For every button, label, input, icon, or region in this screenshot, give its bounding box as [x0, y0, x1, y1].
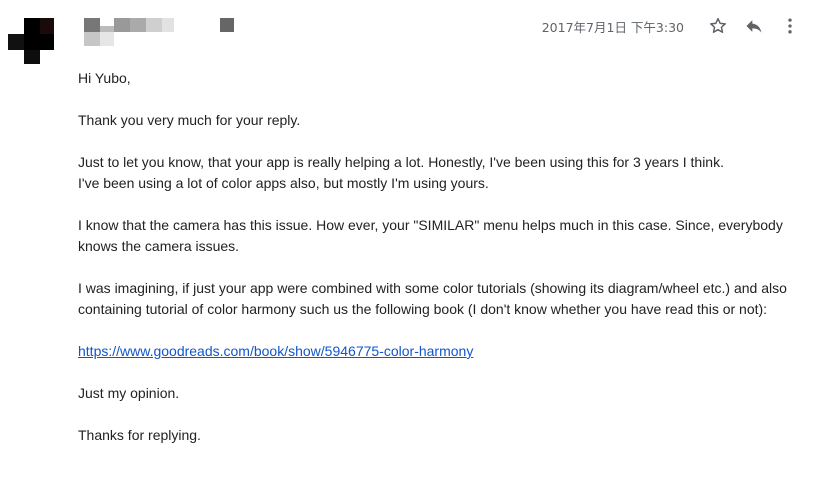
app-helping-paragraph: Just to let you know, that your app is r…	[78, 152, 806, 194]
message-body: Hi Yubo, Thank you very much for your re…	[78, 68, 806, 446]
app-helping-line-2: I've been using a lot of color apps also…	[78, 175, 489, 191]
thanks-paragraph: Thank you very much for your reply.	[78, 112, 301, 128]
star-icon	[710, 17, 726, 33]
star-button[interactable]	[704, 12, 732, 40]
greeting: Hi Yubo,	[78, 70, 131, 86]
message-timestamp: 2017年7月1日 下午3:30	[541, 19, 684, 35]
more-vert-icon	[788, 18, 792, 34]
closing-paragraph: Thanks for replying.	[78, 427, 201, 443]
opinion-paragraph: Just my opinion.	[78, 385, 180, 401]
book-link[interactable]: https://www.goodreads.com/book/show/5946…	[78, 343, 473, 359]
camera-issue-paragraph: I know that the camera has this issue. H…	[78, 217, 783, 254]
tutorial-suggestion-paragraph: I was imagining, if just your app were c…	[78, 280, 787, 317]
message-actions: 2017年7月1日 下午3:30	[542, 12, 804, 40]
reply-icon	[746, 20, 762, 33]
app-helping-line-1: Just to let you know, that your app is r…	[78, 154, 724, 170]
more-options-button[interactable]	[776, 12, 804, 40]
sender-avatar	[8, 18, 56, 66]
reply-button[interactable]	[740, 12, 768, 40]
link-paragraph: https://www.goodreads.com/book/show/5946…	[78, 341, 806, 362]
sender-name-redacted	[84, 18, 238, 50]
